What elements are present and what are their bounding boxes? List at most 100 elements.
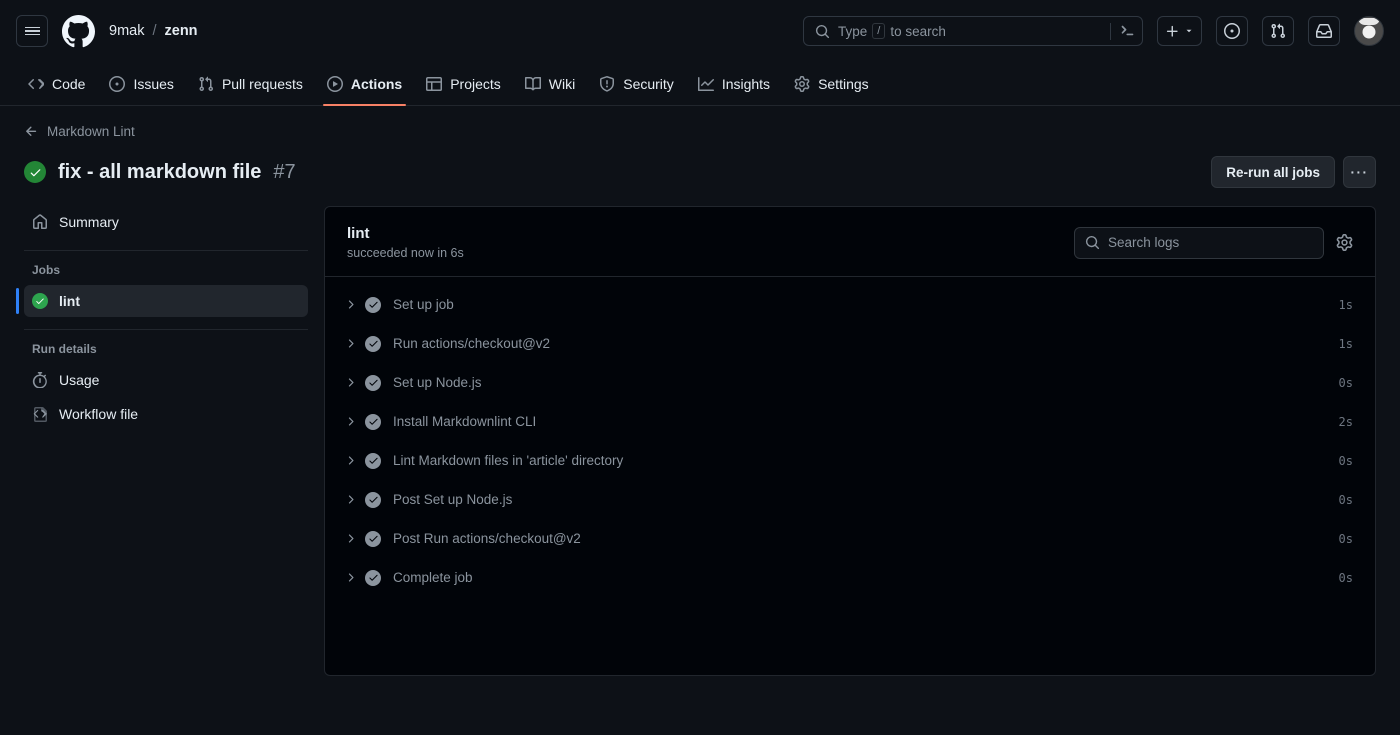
- repo-navigation: Code Issues Pull requests Actions Projec…: [0, 62, 1400, 106]
- notifications-button[interactable]: [1308, 16, 1340, 46]
- chevron-right-icon[interactable]: [339, 532, 361, 545]
- nav-item-settings[interactable]: Settings: [782, 62, 881, 105]
- table-row[interactable]: Run actions/checkout@v2 1s: [325, 324, 1375, 363]
- back-to-workflow-link[interactable]: Markdown Lint: [24, 124, 135, 139]
- rerun-all-jobs-button[interactable]: Re-run all jobs: [1211, 156, 1335, 188]
- run-sidebar: Summary Jobs lint Run details Usage Work…: [16, 206, 324, 676]
- back-link-label: Markdown Lint: [47, 124, 135, 139]
- chevron-down-icon: [1186, 29, 1192, 33]
- terminal-icon[interactable]: [1119, 23, 1136, 40]
- sidebar-divider-2: [24, 329, 308, 330]
- step-name: Set up job: [393, 297, 454, 312]
- issue-opened-icon: [1224, 23, 1240, 39]
- table-row[interactable]: Complete job 0s: [325, 558, 1375, 597]
- search-divider: [1110, 22, 1111, 40]
- check-circle-fill-icon: [24, 161, 46, 183]
- avatar[interactable]: [1354, 16, 1384, 46]
- issue-opened-icon: [109, 75, 126, 92]
- table-row[interactable]: Set up Node.js 0s: [325, 363, 1375, 402]
- search-placeholder-before: Type: [838, 23, 868, 39]
- global-search-input[interactable]: Type / to search: [803, 16, 1143, 46]
- chevron-right-icon[interactable]: [339, 571, 361, 584]
- step-name: Lint Markdown files in 'article' directo…: [393, 453, 624, 468]
- slash-key-badge: /: [872, 23, 886, 39]
- nav-item-insights[interactable]: Insights: [686, 62, 782, 105]
- sidebar-job-lint-label: lint: [59, 293, 80, 309]
- sidebar-item-workflow-file-label: Workflow file: [59, 406, 139, 422]
- create-new-button[interactable]: [1157, 16, 1202, 46]
- job-log-panel: lint succeeded now in 6s Search logs Set…: [324, 206, 1376, 676]
- job-log-title-block: lint succeeded now in 6s: [347, 225, 464, 260]
- check-circle-fill-icon: [365, 296, 381, 313]
- run-title-text: fix - all markdown file: [58, 160, 262, 183]
- sidebar-item-usage-label: Usage: [59, 372, 100, 388]
- chevron-right-icon[interactable]: [339, 493, 361, 506]
- nav-item-security-label: Security: [623, 75, 674, 92]
- step-name: Set up Node.js: [393, 375, 482, 390]
- sidebar-jobs-title: Jobs: [32, 263, 61, 277]
- step-name: Install Markdownlint CLI: [393, 414, 537, 429]
- sidebar-run-details-title: Run details: [32, 342, 97, 356]
- step-name: Complete job: [393, 570, 473, 585]
- sidebar-item-workflow-file[interactable]: Workflow file: [24, 398, 308, 430]
- check-circle-fill-icon: [365, 530, 381, 547]
- issues-button[interactable]: [1216, 16, 1248, 46]
- global-search-placeholder: Type / to search: [838, 23, 1102, 39]
- nav-item-wiki-label: Wiki: [548, 75, 576, 92]
- table-row[interactable]: Post Run actions/checkout@v2 0s: [325, 519, 1375, 558]
- breadcrumb-owner[interactable]: 9mak: [109, 23, 144, 39]
- nav-item-pull-requests[interactable]: Pull requests: [186, 62, 315, 105]
- step-duration: 0s: [1338, 375, 1353, 390]
- pull-requests-button[interactable]: [1262, 16, 1294, 46]
- table-row[interactable]: Lint Markdown files in 'article' directo…: [325, 441, 1375, 480]
- nav-item-actions[interactable]: Actions: [315, 62, 414, 106]
- nav-item-actions-label: Actions: [350, 75, 403, 92]
- graph-icon: [697, 76, 714, 91]
- book-icon: [524, 76, 541, 90]
- nav-item-code[interactable]: Code: [16, 62, 97, 105]
- table-row[interactable]: Post Set up Node.js 0s: [325, 480, 1375, 519]
- sidebar-item-job-lint[interactable]: lint: [16, 285, 308, 317]
- step-duration: 1s: [1338, 297, 1353, 312]
- step-duration: 0s: [1338, 453, 1353, 468]
- run-actions: Re-run all jobs ···: [1211, 156, 1376, 188]
- run-body: Summary Jobs lint Run details Usage Work…: [0, 188, 1400, 676]
- nav-item-issues[interactable]: Issues: [97, 62, 185, 105]
- gear-icon: [794, 75, 810, 92]
- chevron-right-icon[interactable]: [339, 376, 361, 389]
- run-header: Markdown Lint fix - all markdown file #7…: [0, 106, 1400, 188]
- chevron-right-icon[interactable]: [339, 298, 361, 311]
- hamburger-menu-button[interactable]: [16, 15, 48, 47]
- github-logo-icon[interactable]: [62, 14, 95, 48]
- gear-icon: [1336, 234, 1353, 251]
- breadcrumb-repo[interactable]: zenn: [165, 23, 198, 39]
- check-circle-fill-icon: [365, 413, 381, 430]
- nav-item-projects[interactable]: Projects: [414, 62, 513, 105]
- code-icon: [28, 78, 44, 89]
- nav-item-wiki[interactable]: Wiki: [513, 62, 587, 105]
- search-logs-input[interactable]: Search logs: [1074, 226, 1324, 259]
- check-circle-fill-icon: [365, 452, 381, 469]
- sidebar-item-usage[interactable]: Usage: [24, 364, 308, 396]
- chevron-right-icon[interactable]: [339, 415, 361, 428]
- log-settings-button[interactable]: [1336, 234, 1353, 251]
- table-row[interactable]: Set up job 1s: [325, 285, 1375, 324]
- table-row[interactable]: Install Markdownlint CLI 2s: [325, 402, 1375, 441]
- global-header: 9mak / zenn Type / to search: [0, 0, 1400, 62]
- sidebar-item-summary[interactable]: Summary: [24, 206, 308, 238]
- run-kebab-menu-button[interactable]: ···: [1343, 156, 1376, 188]
- step-name: Post Run actions/checkout@v2: [393, 531, 581, 546]
- chevron-right-icon[interactable]: [339, 337, 361, 350]
- check-circle-fill-icon: [32, 293, 48, 309]
- nav-item-insights-label: Insights: [721, 75, 771, 92]
- step-name: Run actions/checkout@v2: [393, 336, 551, 351]
- search-icon: [815, 24, 830, 38]
- step-duration: 0s: [1338, 570, 1353, 585]
- git-pull-request-icon: [1271, 23, 1286, 39]
- run-number: #7: [273, 160, 296, 183]
- shield-icon: [600, 75, 615, 92]
- inbox-icon: [1316, 24, 1332, 38]
- step-duration: 0s: [1338, 531, 1353, 546]
- nav-item-security[interactable]: Security: [587, 62, 686, 105]
- chevron-right-icon[interactable]: [339, 454, 361, 467]
